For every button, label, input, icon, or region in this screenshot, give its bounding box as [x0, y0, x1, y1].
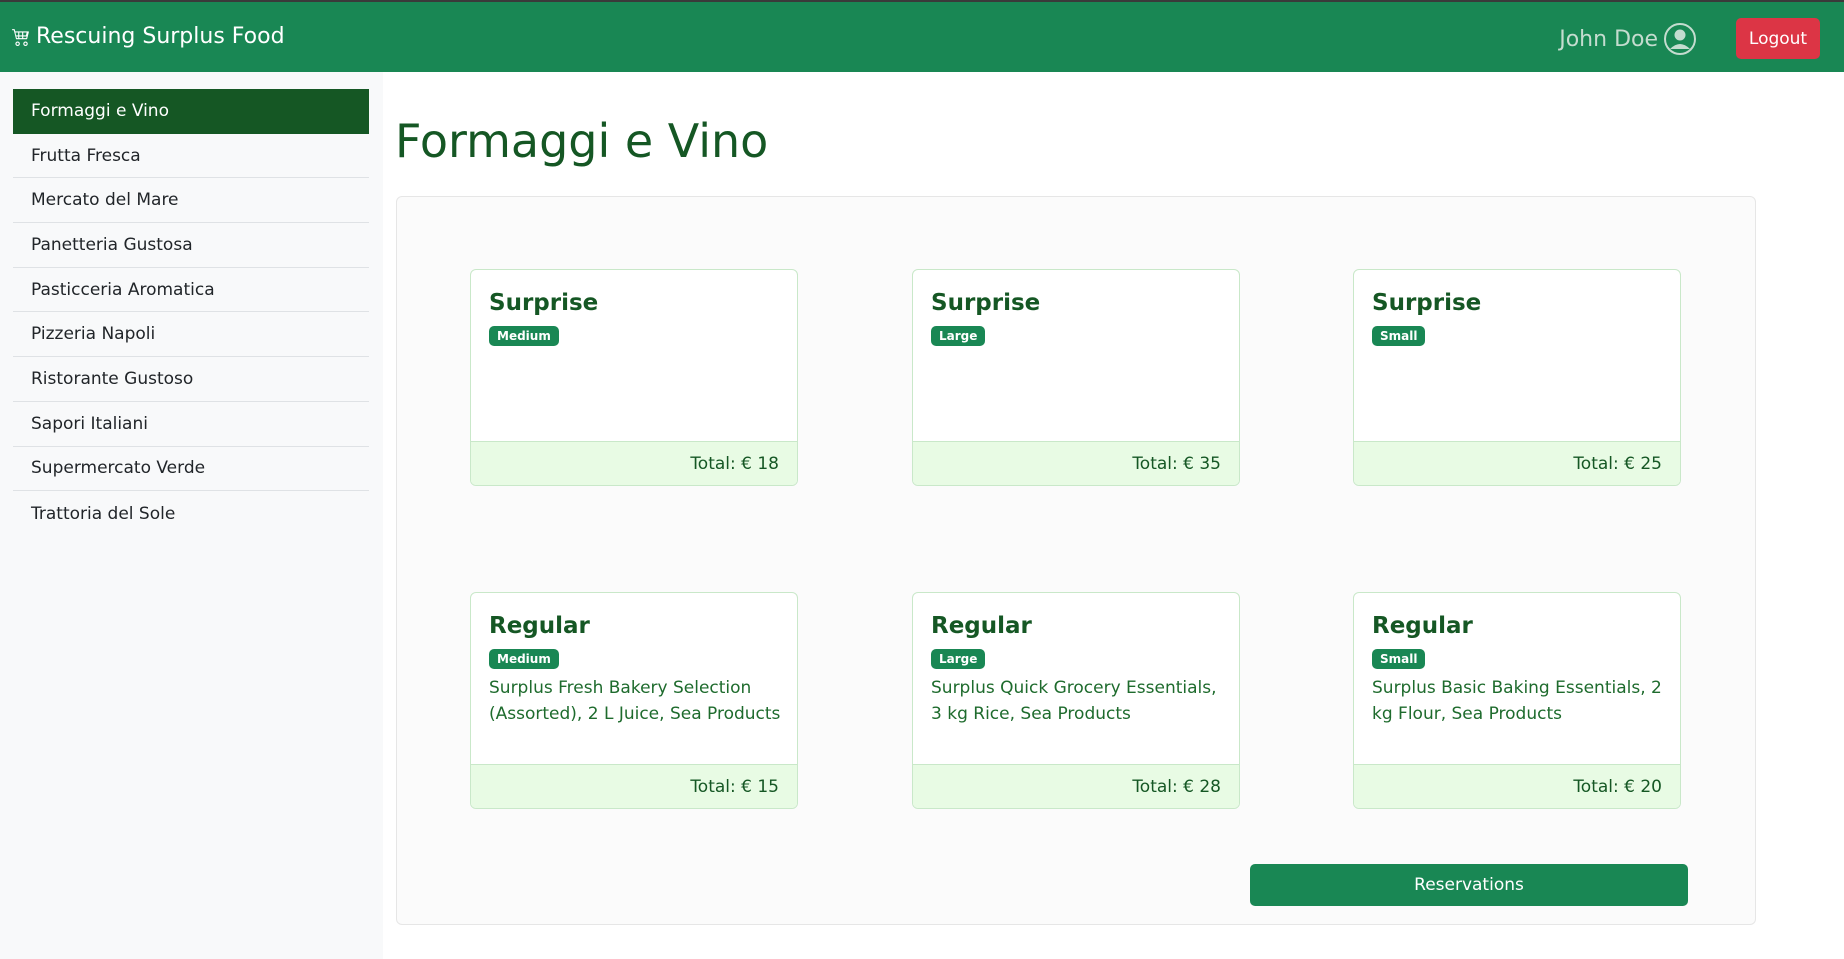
sidebar-item-formaggi-e-vino[interactable]: Formaggi e Vino: [13, 89, 369, 134]
card-total: Total: € 25: [1354, 441, 1680, 485]
user-name: John Doe: [1559, 26, 1658, 52]
card-total: Total: € 35: [913, 441, 1239, 485]
top-navbar: Rescuing Surplus Food John Doe Logout: [0, 2, 1844, 72]
user-circle-icon: [1664, 23, 1696, 55]
size-badge: Medium: [489, 649, 559, 669]
sidebar-item-mercato-del-mare[interactable]: Mercato del Mare: [13, 178, 369, 224]
size-badge: Small: [1372, 326, 1426, 346]
bag-card-regular-small[interactable]: Regular Small Surplus Basic Baking Essen…: [1353, 592, 1681, 809]
sidebar-item-pasticceria-aromatica[interactable]: Pasticceria Aromatica: [13, 268, 369, 313]
card-title: Surprise: [489, 290, 599, 316]
size-badge: Small: [1372, 649, 1426, 669]
card-contents: Surplus Fresh Bakery Selection (Assorted…: [489, 678, 781, 724]
brand[interactable]: Rescuing Surplus Food: [12, 24, 285, 49]
card-contents: Surplus Quick Grocery Essentials, 3 kg R…: [931, 678, 1217, 724]
sidebar-item-ristorante-gustoso[interactable]: Ristorante Gustoso: [13, 357, 369, 402]
bag-card-surprise-large[interactable]: Surprise Large Total: € 35: [912, 269, 1240, 486]
card-title: Regular: [931, 613, 1032, 639]
card-total: Total: € 18: [471, 441, 797, 485]
card-total: Total: € 15: [471, 764, 797, 808]
sidebar-item-panetteria-gustosa[interactable]: Panetteria Gustosa: [13, 223, 369, 268]
card-title: Surprise: [1372, 290, 1482, 316]
card-title: Regular: [1372, 613, 1473, 639]
shopping-cart-icon: [12, 28, 29, 46]
card-total: Total: € 28: [913, 764, 1239, 808]
sidebar: Formaggi e Vino Frutta Fresca Mercato de…: [0, 72, 383, 959]
reservations-button[interactable]: Reservations: [1250, 864, 1688, 906]
sidebar-item-sapori-italiani[interactable]: Sapori Italiani: [13, 402, 369, 447]
logout-button[interactable]: Logout: [1736, 18, 1820, 59]
bag-card-surprise-medium[interactable]: Surprise Medium Total: € 18: [470, 269, 798, 486]
size-badge: Large: [931, 326, 986, 346]
sidebar-item-pizzeria-napoli[interactable]: Pizzeria Napoli: [13, 312, 369, 358]
card-contents: Surplus Basic Baking Essentials, 2 kg Fl…: [1372, 678, 1662, 724]
sidebar-item-frutta-fresca[interactable]: Frutta Fresca: [13, 134, 369, 179]
brand-title: Rescuing Surplus Food: [36, 24, 285, 49]
bag-card-surprise-small[interactable]: Surprise Small Total: € 25: [1353, 269, 1681, 486]
card-total: Total: € 20: [1354, 764, 1680, 808]
size-badge: Large: [931, 649, 986, 669]
size-badge: Medium: [489, 326, 559, 346]
user-info[interactable]: John Doe: [1559, 22, 1697, 56]
card-title: Regular: [489, 613, 590, 639]
sidebar-item-trattoria-del-sole[interactable]: Trattoria del Sole: [13, 491, 369, 536]
bag-card-regular-large[interactable]: Regular Large Surplus Quick Grocery Esse…: [912, 592, 1240, 809]
page-title: Formaggi e Vino: [395, 114, 769, 168]
card-title: Surprise: [931, 290, 1041, 316]
sidebar-list: Formaggi e Vino Frutta Fresca Mercato de…: [13, 89, 369, 536]
sidebar-item-supermercato-verde[interactable]: Supermercato Verde: [13, 447, 369, 492]
bag-card-regular-medium[interactable]: Regular Medium Surplus Fresh Bakery Sele…: [470, 592, 798, 809]
